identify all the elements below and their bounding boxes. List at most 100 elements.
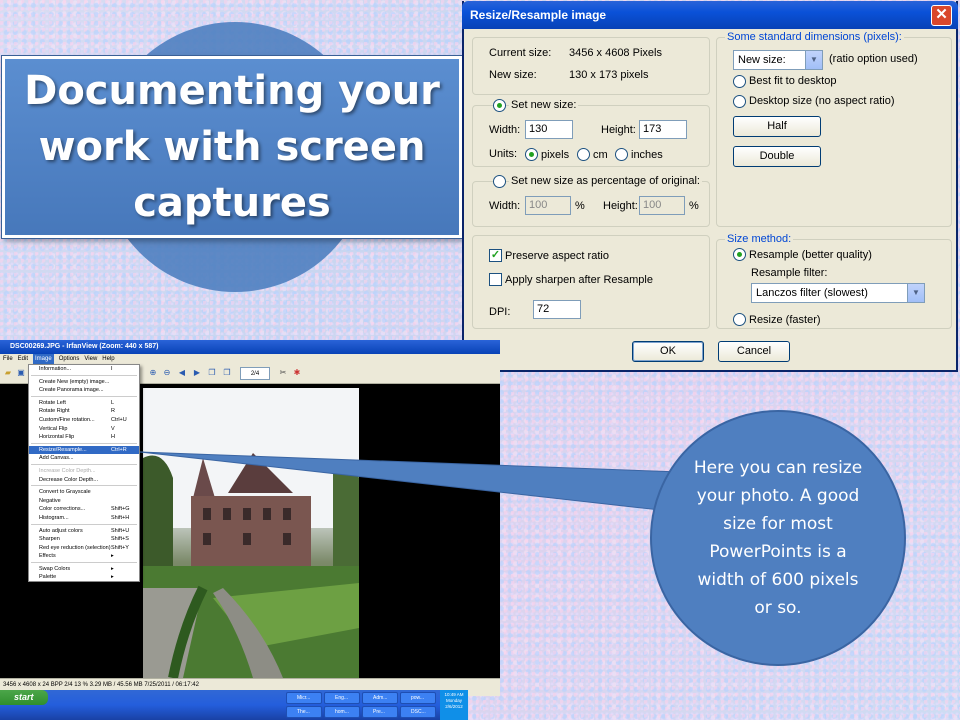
zoom-out-icon[interactable]: ⊖ [162,368,172,378]
image-menu-item[interactable]: Convert to Grayscale [29,488,139,497]
menu-item-label: Swap Colors [39,565,71,572]
page-counter[interactable]: 2/4 [240,367,270,380]
best-fit-radio[interactable] [733,75,746,88]
ok-button[interactable]: OK [632,341,704,362]
image-menu-item[interactable]: Horizontal Flip H [29,433,139,442]
image-menu-item[interactable]: Auto adjust colors Shift+U [29,527,139,536]
save-icon[interactable]: ▣ [16,368,26,378]
resample-label: Resample (better quality) [749,249,872,261]
resample-filter-select[interactable]: Lanczos filter (slowest) ▼ [751,283,925,303]
open-folder-icon[interactable]: ▰ [3,368,13,378]
unit-pixels-label: pixels [541,149,570,161]
info-icon[interactable]: ✱ [292,368,302,378]
apply-sharpen-label: Apply sharpen after Resample [505,274,653,286]
current-size-value: 3456 x 4608 Pixels [569,47,662,59]
copy-icon[interactable]: ❐ [207,368,217,378]
taskbar-item[interactable]: The... [286,706,322,718]
image-menu-item[interactable]: Rotate Left L [29,399,139,408]
system-clock[interactable]: 10:49 AM Monday 2/6/2012 [440,690,468,720]
irfanview-title: DSC00269.JPG - IrfanView (Zoom: 440 x 58… [10,343,159,350]
resample-radio[interactable] [733,248,746,261]
half-button[interactable]: Half [733,116,821,137]
dialog-titlebar[interactable]: Resize/Resample image [462,1,958,29]
resize-label: Resize (faster) [749,314,821,326]
image-menu-item[interactable]: Histogram... Shift+H [29,514,139,523]
image-menu-item[interactable]: Rotate Right R [29,407,139,416]
preserve-aspect-checkbox[interactable]: ✓ [489,249,502,262]
image-menu-item[interactable]: Decrease Color Depth... [29,476,139,485]
zoom-in-icon[interactable]: ⊕ [148,368,158,378]
menu-item-label: Histogram... [39,514,69,521]
unit-cm-radio[interactable] [577,148,590,161]
resize-radio[interactable] [733,313,746,326]
image-menu-item[interactable]: Information... I [29,365,139,374]
unit-inches-label: inches [631,149,663,161]
image-menu-item[interactable]: Swap Colors ▸ [29,565,139,574]
taskbar-item[interactable]: Eng... [324,692,360,704]
taskbar-item[interactable]: pow... [400,692,436,704]
menu-item-label: Effects [39,553,56,560]
previous-icon[interactable]: ◀ [177,368,187,378]
units-label: Units: [489,148,518,160]
menu-help[interactable]: Help [102,354,114,364]
image-menu-item[interactable]: Effects ▸ [29,552,139,561]
image-menu-item[interactable]: Vertical Flip V [29,425,139,434]
menu-options[interactable]: Options [59,354,80,364]
size-method-legend: Size method: [725,233,794,245]
taskbar-item[interactable]: Micr... [286,692,322,704]
ratio-note: (ratio option used) [829,53,918,65]
taskbar-item[interactable]: hom... [324,706,360,718]
next-icon[interactable]: ▶ [192,368,202,378]
width-input[interactable]: 130 [525,120,573,139]
standard-dimensions-select[interactable]: New size: ▼ [733,50,823,70]
image-menu-item[interactable]: Negative [29,497,139,506]
height-input[interactable]: 173 [639,120,687,139]
standard-dimensions-legend: Some standard dimensions (pixels): [725,31,904,43]
image-menu-item[interactable]: Increase Color Depth... [29,467,139,476]
set-new-size-label: Set new size: [509,99,579,111]
dpi-input[interactable]: 72 [533,300,581,319]
irfanview-window: DSC00269.JPG - IrfanView (Zoom: 440 x 58… [0,340,500,696]
desktop-size-radio[interactable] [733,95,746,108]
set-new-size-radio[interactable] [493,99,506,112]
taskbar-item[interactable]: Adm... [362,692,398,704]
image-menu-item[interactable]: Color corrections... Shift+G [29,505,139,514]
set-percentage-radio[interactable] [493,175,506,188]
unit-inches-radio[interactable] [615,148,628,161]
menu-item-shortcut: Shift+G [111,506,130,513]
start-button[interactable]: start [0,690,48,705]
menu-item-label: Negative [39,497,61,504]
image-menu-item[interactable]: Custom/Fine rotation... Ctrl+U [29,416,139,425]
irfanview-titlebar[interactable]: DSC00269.JPG - IrfanView (Zoom: 440 x 58… [0,340,500,354]
apply-sharpen-checkbox[interactable] [489,273,502,286]
cancel-button[interactable]: Cancel [718,341,790,362]
paste-icon[interactable]: ❐ [222,368,232,378]
taskbar-item[interactable]: Pre... [362,706,398,718]
image-menu-item[interactable]: Create Panorama image... [29,386,139,395]
menu-view[interactable]: View [84,354,97,364]
image-menu-item[interactable]: Create New (empty) image... [29,378,139,387]
image-menu-item[interactable]: Resize/Resample... Ctrl+R [29,445,139,455]
menu-edit[interactable]: Edit [18,354,28,364]
menu-item-label: Custom/Fine rotation... [39,416,95,423]
menu-item-label: Rotate Left [39,399,66,406]
image-menu-item[interactable]: Red eye reduction (selection) Shift+Y [29,544,139,553]
image-menu-item[interactable]: Add Canvas... [29,454,139,463]
menu-item-shortcut: Shift+S [111,536,129,543]
image-menu-item[interactable]: Sharpen Shift+S [29,535,139,544]
double-button[interactable]: Double [733,146,821,167]
menu-image[interactable]: Image [33,354,54,364]
new-size-label: New size: [489,69,537,81]
taskbar-item[interactable]: DSC... [400,706,436,718]
menu-item-label: Create Panorama image... [39,387,104,394]
pct-height-input[interactable]: 100 [639,196,685,215]
menu-item-shortcut: ▸ [111,574,114,581]
options-group: ✓ Preserve aspect ratio Apply sharpen af… [472,235,710,329]
close-icon[interactable]: ✕ [931,5,952,26]
menu-item-shortcut: V [111,425,115,432]
menu-file[interactable]: File [3,354,13,364]
image-menu-item[interactable]: Palette ▸ [29,573,139,582]
tools-icon[interactable]: ✂ [278,368,288,378]
unit-pixels-radio[interactable] [525,148,538,161]
pct-width-input[interactable]: 100 [525,196,571,215]
